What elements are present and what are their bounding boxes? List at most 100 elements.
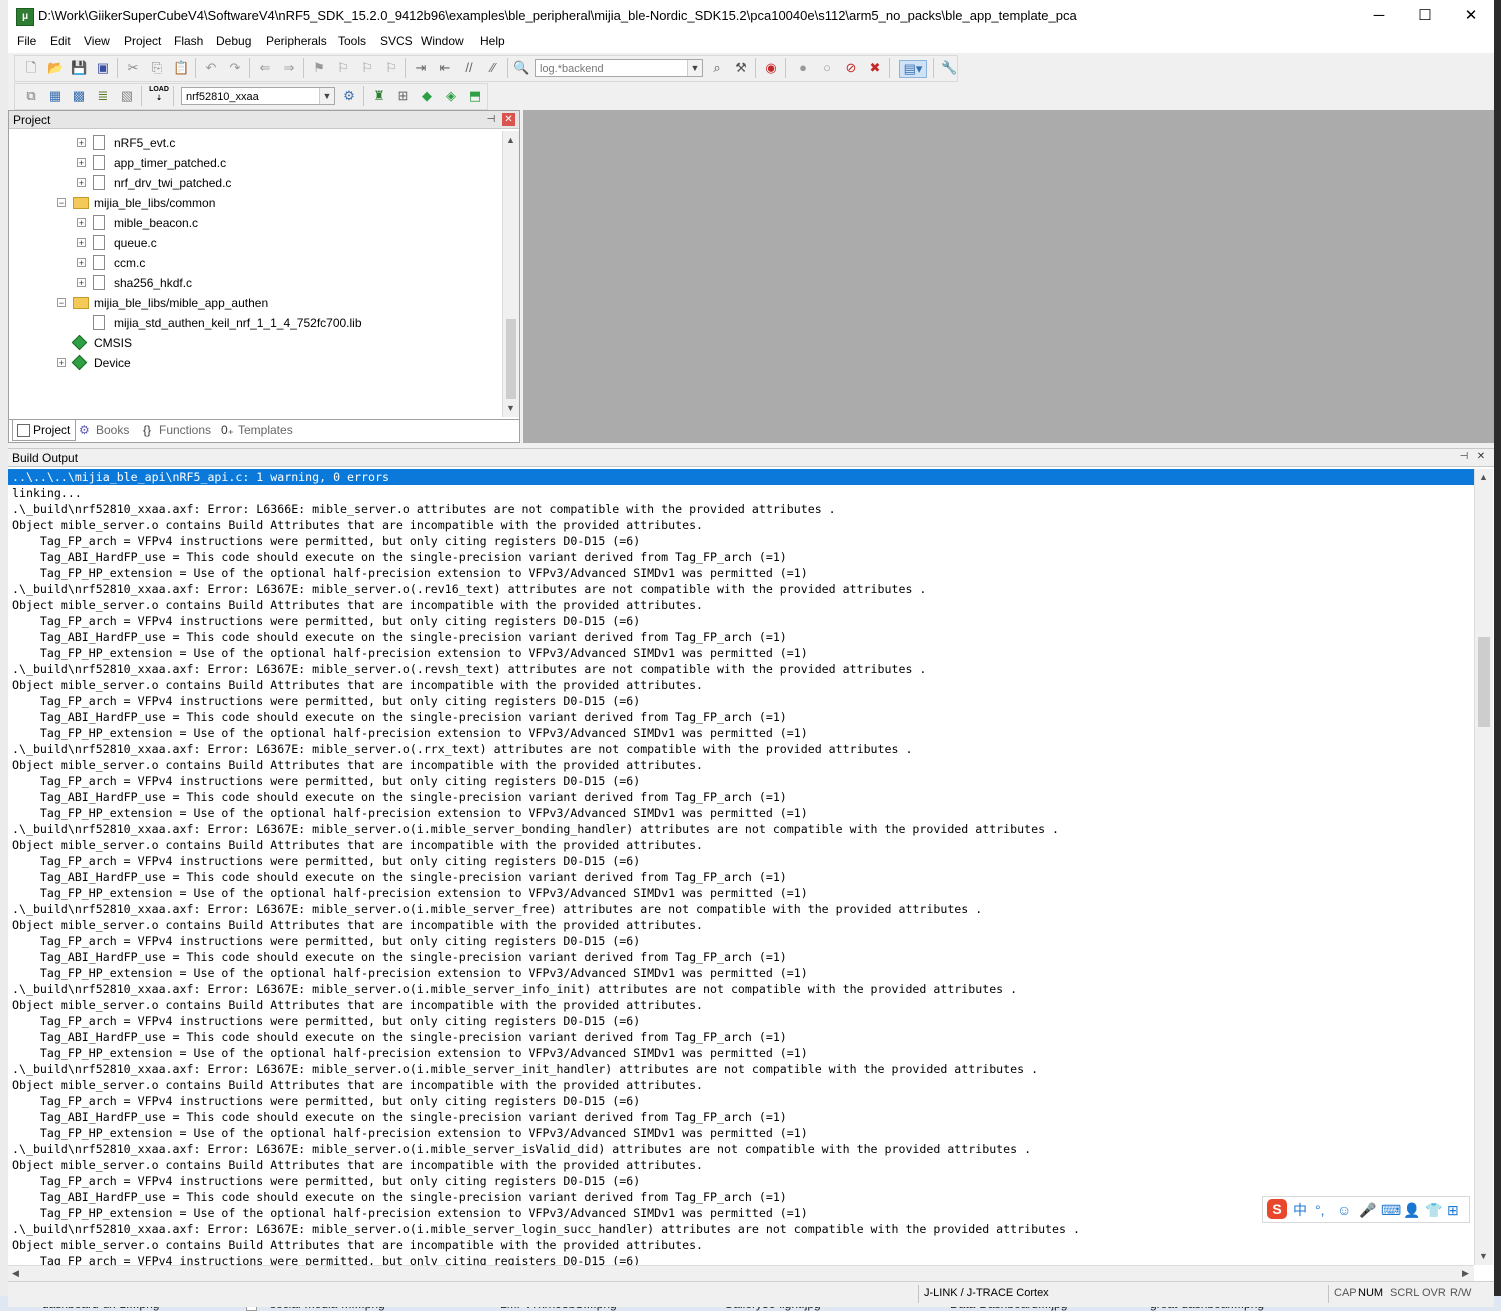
scroll-down-icon[interactable]: ▼ <box>503 401 518 416</box>
tree-item[interactable]: − mijia_ble_libs/common <box>9 193 499 213</box>
sogou-logo-icon[interactable]: S <box>1267 1199 1287 1219</box>
scroll-down-icon[interactable]: ▼ <box>1476 1249 1491 1264</box>
build-output-line[interactable]: Object mible_server.o contains Build Att… <box>8 597 1474 613</box>
clear-bookmarks-icon[interactable]: ⚐ <box>383 60 399 76</box>
scroll-thumb[interactable] <box>1478 637 1490 727</box>
tree-item[interactable]: + sha256_hkdf.c <box>9 273 499 293</box>
scroll-right-icon[interactable]: ▶ <box>1458 1266 1473 1281</box>
debug-session-icon[interactable]: ◉ <box>763 60 779 76</box>
tree-item[interactable]: − mijia_ble_libs/mible_app_authen <box>9 293 499 313</box>
minimize-button[interactable]: ─ <box>1356 0 1402 31</box>
build-output-line[interactable]: .\_build\nrf52810_xxaa.axf: Error: L6367… <box>8 901 1474 917</box>
menu-flash[interactable]: Flash <box>174 34 203 48</box>
tab-project[interactable]: Project <box>12 420 76 441</box>
expand-icon[interactable]: + <box>77 218 86 228</box>
tree-item[interactable]: + ccm.c <box>9 253 499 273</box>
build-output-line[interactable]: Tag_FP_HP_extension = Use of the optiona… <box>8 965 1474 981</box>
run-time-env-icon[interactable]: ◆ <box>419 88 435 104</box>
build-output-line[interactable]: Object mible_server.o contains Build Att… <box>8 1237 1474 1253</box>
build-output-line[interactable]: .\_build\nrf52810_xxaa.axf: Error: L6367… <box>8 981 1474 997</box>
build-output-line[interactable]: Tag_ABI_HardFP_use = This code should ex… <box>8 949 1474 965</box>
build-output-line[interactable]: Tag_ABI_HardFP_use = This code should ex… <box>8 709 1474 725</box>
tree-item[interactable]: CMSIS <box>9 333 499 353</box>
build-output-line[interactable]: Tag_FP_HP_extension = Use of the optiona… <box>8 885 1474 901</box>
target-combo[interactable]: nrf52810_xxaa ▼ <box>181 87 335 105</box>
pack-installer-icon[interactable]: ⬒ <box>467 88 483 104</box>
build-output-line[interactable]: Tag_ABI_HardFP_use = This code should ex… <box>8 1189 1474 1205</box>
build-output-line[interactable]: Tag_FP_HP_extension = Use of the optiona… <box>8 645 1474 661</box>
build-output-line[interactable]: Object mible_server.o contains Build Att… <box>8 757 1474 773</box>
select-packs-icon[interactable]: ◈ <box>443 88 459 104</box>
build-output-line[interactable]: Tag_FP_arch = VFPv4 instructions were pe… <box>8 613 1474 629</box>
build-output-line[interactable]: Tag_ABI_HardFP_use = This code should ex… <box>8 549 1474 565</box>
build-output-line[interactable]: Tag_FP_HP_extension = Use of the optiona… <box>8 725 1474 741</box>
pin-icon[interactable]: ⊣ <box>484 113 498 127</box>
disable-all-breakpoints-icon[interactable]: ⊘ <box>843 60 859 76</box>
target-options-icon[interactable]: ⚙ <box>341 88 357 104</box>
build-output-line[interactable]: Object mible_server.o contains Build Att… <box>8 917 1474 933</box>
expand-icon[interactable]: + <box>77 158 86 168</box>
close-button[interactable]: ✕ <box>1448 0 1494 31</box>
unindent-icon[interactable]: ⇤ <box>437 60 453 76</box>
collapse-icon[interactable]: − <box>57 298 66 308</box>
build-output-line[interactable]: ..\..\..\mijia_ble_api\nRF5_api.c: 1 war… <box>8 469 1474 485</box>
scroll-up-icon[interactable]: ▲ <box>503 133 518 148</box>
build-output-line[interactable]: Tag_FP_arch = VFPv4 instructions were pe… <box>8 693 1474 709</box>
expand-icon[interactable]: + <box>57 358 66 368</box>
build-output-line[interactable]: Object mible_server.o contains Build Att… <box>8 837 1474 853</box>
build-output-hscrollbar[interactable]: ◀ ▶ <box>8 1265 1474 1282</box>
pin-icon[interactable]: ⊣ <box>1457 450 1471 464</box>
load-icon[interactable]: LOAD ⇣ <box>149 85 169 105</box>
build-output-line[interactable]: Tag_ABI_HardFP_use = This code should ex… <box>8 789 1474 805</box>
build-output-scrollbar[interactable]: ▲ ▼ <box>1474 469 1493 1265</box>
breakpoint-icon[interactable]: ● <box>795 60 811 76</box>
build-output-line[interactable]: Tag_FP_arch = VFPv4 instructions were pe… <box>8 1173 1474 1189</box>
prev-bookmark-icon[interactable]: ⚐ <box>335 60 351 76</box>
ime-mode-label[interactable]: 中 <box>1293 1201 1307 1219</box>
scroll-thumb[interactable] <box>506 319 516 399</box>
build-output-line[interactable]: Object mible_server.o contains Build Att… <box>8 1077 1474 1093</box>
build-output-text[interactable]: ..\..\..\mijia_ble_api\nRF5_api.c: 1 war… <box>8 469 1474 1265</box>
window-layout-icon[interactable]: ▤▾ <box>899 60 927 78</box>
incremental-find-icon[interactable]: ⚒ <box>733 60 749 76</box>
save-icon[interactable]: 💾 <box>71 60 87 76</box>
file-extensions-icon[interactable]: ♜ <box>371 88 387 104</box>
build-output-line[interactable]: .\_build\nrf52810_xxaa.axf: Error: L6367… <box>8 1061 1474 1077</box>
build-output-line[interactable]: .\_build\nrf52810_xxaa.axf: Error: L6367… <box>8 661 1474 677</box>
keyboard-icon[interactable]: ⌨ <box>1381 1201 1401 1219</box>
build-output-line[interactable]: Tag_ABI_HardFP_use = This code should ex… <box>8 1029 1474 1045</box>
cut-icon[interactable]: ✂ <box>125 60 141 76</box>
build-output-line[interactable]: Tag_FP_HP_extension = Use of the optiona… <box>8 1045 1474 1061</box>
build-output-line[interactable]: Tag_FP_HP_extension = Use of the optiona… <box>8 1125 1474 1141</box>
manage-components-icon[interactable]: ⊞ <box>395 88 411 104</box>
menu-edit[interactable]: Edit <box>50 34 71 48</box>
build-output-line[interactable]: Tag_FP_HP_extension = Use of the optiona… <box>8 565 1474 581</box>
build-output-line[interactable]: Tag_FP_arch = VFPv4 instructions were pe… <box>8 533 1474 549</box>
menu-peripherals[interactable]: Peripherals <box>266 34 327 48</box>
stop-build-icon[interactable]: ▧ <box>119 88 135 104</box>
scroll-left-icon[interactable]: ◀ <box>8 1266 23 1281</box>
tree-item[interactable]: + queue.c <box>9 233 499 253</box>
build-output-line[interactable]: Tag_FP_arch = VFPv4 instructions were pe… <box>8 1093 1474 1109</box>
new-file-icon[interactable]: 🗋 <box>23 60 39 76</box>
emoji-icon[interactable]: ☺ <box>1337 1201 1351 1219</box>
menu-file[interactable]: File <box>17 34 36 48</box>
rebuild-icon[interactable]: ▩ <box>71 88 87 104</box>
build-output-line[interactable]: Tag_ABI_HardFP_use = This code should ex… <box>8 1109 1474 1125</box>
build-output-line[interactable]: Tag_FP_HP_extension = Use of the optiona… <box>8 1205 1474 1221</box>
bookmark-icon[interactable]: ⚑ <box>311 60 327 76</box>
expand-icon[interactable]: + <box>77 138 86 148</box>
collapse-icon[interactable]: − <box>57 198 66 208</box>
menu-tools[interactable]: Tools <box>338 34 366 48</box>
nav-forward-icon[interactable]: ⇒ <box>281 60 297 76</box>
menu-project[interactable]: Project <box>124 34 161 48</box>
tree-item[interactable]: + app_timer_patched.c <box>9 153 499 173</box>
tab-templates[interactable]: 0₊ Templates <box>221 420 301 440</box>
build-output-line[interactable]: .\_build\nrf52810_xxaa.axf: Error: L6367… <box>8 741 1474 757</box>
close-icon[interactable]: ✕ <box>1474 450 1488 464</box>
chevron-down-icon[interactable]: ▼ <box>687 60 702 76</box>
expand-icon[interactable]: + <box>77 258 86 268</box>
menu-window[interactable]: Window <box>421 34 464 48</box>
find-combo[interactable]: log.*backend ▼ <box>535 59 703 77</box>
toolbox-icon[interactable]: ⊞ <box>1447 1201 1459 1219</box>
